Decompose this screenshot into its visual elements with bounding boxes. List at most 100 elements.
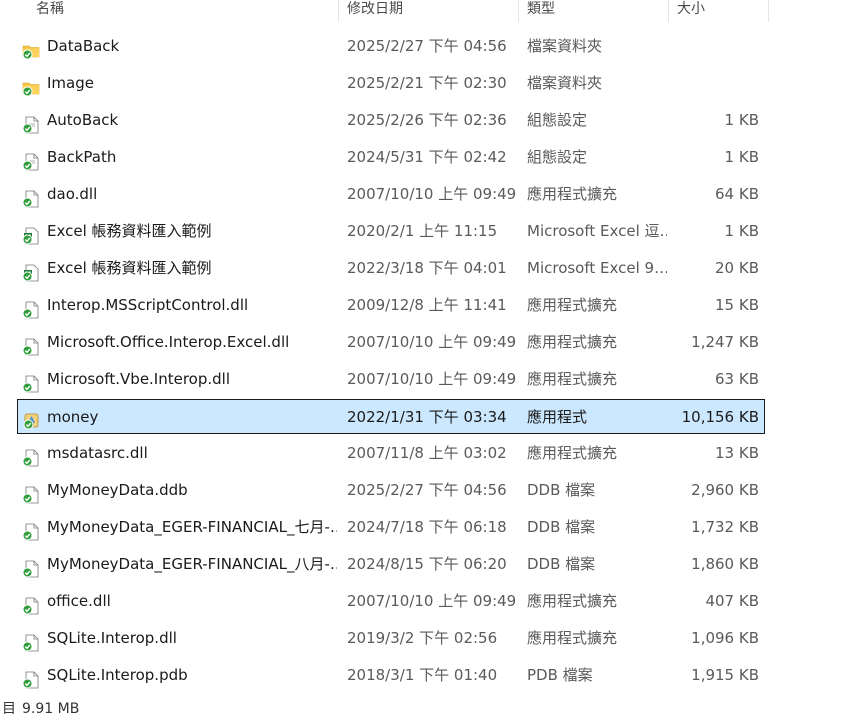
- selection-indicator-icon: 目: [2, 701, 16, 717]
- file-date-modified: 2007/10/10 上午 09:49: [347, 185, 517, 203]
- file-name: Microsoft.Office.Interop.Excel.dll: [47, 333, 290, 351]
- column-header-name[interactable]: 名稱: [28, 0, 339, 22]
- file-row[interactable]: MyMoneyData.ddb 2025/2/27 下午 04:56 DDB 檔案 2…: [0, 473, 770, 508]
- file-size: 15 KB: [715, 296, 759, 314]
- file-size: 64 KB: [715, 185, 759, 203]
- file-type: 檔案資料夾: [527, 74, 603, 92]
- file-type: DDB 檔案: [527, 481, 596, 499]
- file-date-modified: 2007/10/10 上午 09:49: [347, 592, 517, 610]
- file-name: Microsoft.Vbe.Interop.dll: [47, 370, 231, 388]
- file-type: Microsoft Excel 逗…: [527, 222, 667, 240]
- file-date-modified: 2007/11/8 上午 03:02: [347, 444, 507, 462]
- file-type: 組態設定: [527, 111, 588, 129]
- file-size: 1,247 KB: [691, 333, 759, 351]
- file-row[interactable]: AutoBack 2025/2/26 下午 02:36 組態設定 1 KB: [0, 103, 770, 138]
- file-row[interactable]: MyMoneyData_EGER-FINANCIAL_七月-… 2024/7/18…: [0, 510, 770, 545]
- file-type: 應用程式擴充: [527, 592, 618, 610]
- file-row[interactable]: BackPath 2024/5/31 下午 02:42 組態設定 1 KB: [0, 140, 770, 175]
- file-row[interactable]: DataBack 2025/2/27 下午 04:56 檔案資料夾: [0, 29, 770, 64]
- file-row[interactable]: Excel 帳務資料匯入範例 2020/2/1 上午 11:15 Microsoft…: [0, 214, 770, 249]
- file-date-modified: 2019/3/2 下午 02:56: [347, 629, 498, 647]
- file-name: BackPath: [47, 148, 117, 166]
- file-type: 應用程式: [527, 408, 588, 426]
- file-date-modified: 2020/2/1 上午 11:15: [347, 222, 498, 240]
- file-size: 1,860 KB: [691, 555, 759, 573]
- file-name: msdatasrc.dll: [47, 444, 148, 462]
- excel-file-icon: [22, 223, 40, 245]
- file-row[interactable]: SQLite.Interop.dll 2019/3/2 下午 02:56 應用程式擴…: [0, 621, 770, 656]
- file-date-modified: 2022/3/18 下午 04:01: [347, 259, 507, 277]
- dll-file-icon: [22, 186, 40, 208]
- file-size: 1,915 KB: [691, 666, 759, 684]
- dll-file-icon: [22, 445, 40, 467]
- file-name: office.dll: [47, 592, 111, 610]
- column-header-type[interactable]: 類型: [519, 0, 669, 22]
- file-date-modified: 2007/10/10 上午 09:49: [347, 370, 517, 388]
- file-size: 407 KB: [705, 592, 759, 610]
- file-name: Excel 帳務資料匯入範例: [47, 222, 212, 240]
- file-date-modified: 2024/7/18 下午 06:18: [347, 518, 507, 536]
- file-row[interactable]: Microsoft.Vbe.Interop.dll 2007/10/10 上午 0…: [0, 362, 770, 397]
- file-row[interactable]: office.dll 2007/10/10 上午 09:49 應用程式擴充 407 K…: [0, 584, 770, 619]
- file-date-modified: 2025/2/21 下午 02:30: [347, 74, 507, 92]
- generic-file-icon: [22, 667, 40, 689]
- folder-icon: [22, 75, 40, 97]
- file-name: Excel 帳務資料匯入範例: [47, 259, 212, 277]
- file-type: PDB 檔案: [527, 666, 593, 684]
- column-header-date-modified[interactable]: 修改日期: [339, 0, 519, 22]
- file-name: MyMoneyData_EGER-FINANCIAL_八月-…: [47, 555, 337, 573]
- file-name: Image: [47, 74, 94, 92]
- file-date-modified: 2018/3/1 下午 01:40: [347, 666, 498, 684]
- file-row[interactable]: msdatasrc.dll 2007/11/8 上午 03:02 應用程式擴充 13 …: [0, 436, 770, 471]
- file-type: 應用程式擴充: [527, 185, 618, 203]
- column-header-size[interactable]: 大小: [669, 0, 769, 22]
- dll-file-icon: [22, 371, 40, 393]
- dll-file-icon: [22, 334, 40, 356]
- config-file-icon: [22, 112, 40, 134]
- folder-icon: [22, 38, 40, 60]
- file-explorer-window: 名稱 修改日期 類型 大小 DataBack 2025/2/27 下午 04:56…: [0, 0, 865, 720]
- file-row-selected[interactable]: money 2022/1/31 下午 03:34 應用程式 10,156 KB: [17, 399, 765, 434]
- file-name: DataBack: [47, 37, 120, 55]
- generic-file-icon: [22, 519, 40, 541]
- file-size: 10,156 KB: [681, 408, 759, 426]
- file-row[interactable]: SQLite.Interop.pdb 2018/3/1 下午 01:40 PDB 檔…: [0, 658, 770, 693]
- file-type: 應用程式擴充: [527, 333, 618, 351]
- file-size: 1 KB: [724, 148, 759, 166]
- dll-file-icon: [22, 630, 40, 652]
- file-type: 檔案資料夾: [527, 37, 603, 55]
- generic-file-icon: [22, 482, 40, 504]
- file-row[interactable]: Interop.MSScriptControl.dll 2009/12/8 上午 …: [0, 288, 770, 323]
- excel-file-icon: [22, 260, 40, 282]
- file-row[interactable]: Microsoft.Office.Interop.Excel.dll 2007/1…: [0, 325, 770, 360]
- file-size: 13 KB: [715, 444, 759, 462]
- file-type: DDB 檔案: [527, 555, 596, 573]
- file-name: SQLite.Interop.pdb: [47, 666, 188, 684]
- file-size: 63 KB: [715, 370, 759, 388]
- dll-file-icon: [22, 297, 40, 319]
- file-size: 20 KB: [715, 259, 759, 277]
- file-row[interactable]: dao.dll 2007/10/10 上午 09:49 應用程式擴充 64 KB: [0, 177, 770, 212]
- file-type: 組態設定: [527, 148, 588, 166]
- file-date-modified: 2024/5/31 下午 02:42: [347, 148, 507, 166]
- file-date-modified: 2025/2/26 下午 02:36: [347, 111, 507, 129]
- file-name: SQLite.Interop.dll: [47, 629, 177, 647]
- file-name: AutoBack: [47, 111, 119, 129]
- file-size: 1 KB: [724, 111, 759, 129]
- file-name: money: [47, 408, 99, 426]
- column-header-row: 名稱 修改日期 類型 大小: [0, 0, 770, 22]
- file-size: 1,732 KB: [691, 518, 759, 536]
- selected-size-text: 9.91 MB: [22, 701, 80, 717]
- file-name: Interop.MSScriptControl.dll: [47, 296, 249, 314]
- file-name: MyMoneyData.ddb: [47, 481, 188, 499]
- file-row[interactable]: Image 2025/2/21 下午 02:30 檔案資料夾: [0, 66, 770, 101]
- file-row[interactable]: Excel 帳務資料匯入範例 2022/3/18 下午 04:01 Microsof…: [0, 251, 770, 286]
- file-type: DDB 檔案: [527, 518, 596, 536]
- file-size: 1 KB: [724, 222, 759, 240]
- file-row[interactable]: MyMoneyData_EGER-FINANCIAL_八月-… 2024/8/15…: [0, 547, 770, 582]
- file-date-modified: 2022/1/31 下午 03:34: [347, 408, 507, 426]
- file-date-modified: 2024/8/15 下午 06:20: [347, 555, 507, 573]
- file-type: 應用程式擴充: [527, 444, 618, 462]
- file-type: 應用程式擴充: [527, 629, 618, 647]
- file-type: Microsoft Excel 9…: [527, 259, 667, 277]
